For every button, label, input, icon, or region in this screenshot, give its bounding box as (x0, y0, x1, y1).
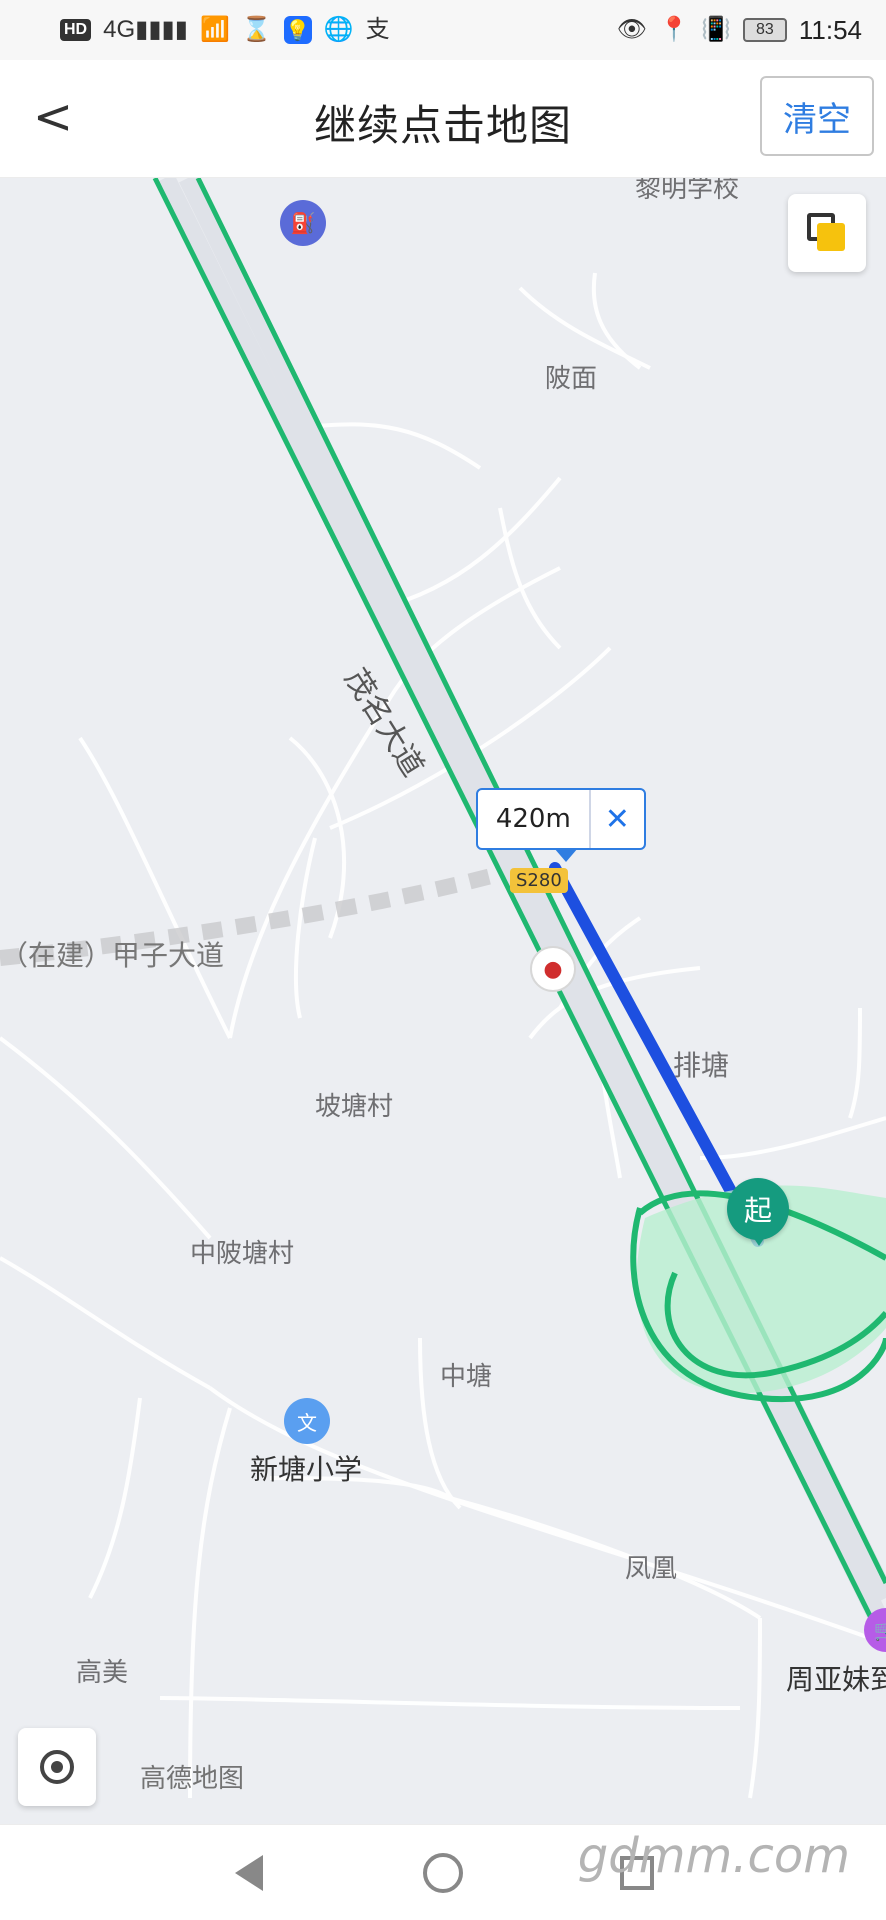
page-title: 继续点击地图 (313, 101, 572, 150)
label-top-school: 黎明学校 (635, 178, 740, 204)
status-bar: HD 4G▮▮▮▮ 📶 ⌛ 💡 🌐 支 👁 📍 📳 83 11:54 (0, 0, 886, 60)
gas-station-icon[interactable]: ⛽ (280, 200, 326, 246)
map-area[interactable]: 黎明学校 陂面 茂名大道 （在建）甲子大道 排塘 坡塘村 中陂塘村 中塘 新塘小… (0, 178, 886, 1824)
location-icon: 📍 (659, 16, 689, 43)
label-feng-huang: 凤凰 (625, 1554, 678, 1584)
vibrate-icon: 📳 (700, 16, 731, 43)
alipay-icon: 支 (365, 16, 390, 43)
home-nav-button[interactable] (416, 1846, 470, 1900)
layers-icon (807, 213, 847, 253)
back-triangle-icon (235, 1854, 263, 1891)
clear-button[interactable]: 清空 (760, 76, 874, 156)
map-canvas (0, 178, 886, 1799)
home-circle-icon (423, 1852, 463, 1893)
start-marker[interactable]: 起 (727, 1178, 789, 1246)
eye-icon: 👁 (616, 16, 648, 43)
label-xin-tang-xiao-xue: 新塘小学 (250, 1453, 363, 1486)
back-nav-button[interactable] (222, 1846, 276, 1900)
label-under-construction-road: （在建）甲子大道 (0, 939, 225, 972)
school-icon[interactable]: 文 (284, 1398, 330, 1444)
distance-callout[interactable]: 420m ✕ (476, 788, 646, 850)
label-po-tang-cun: 坡塘村 (315, 1092, 394, 1122)
status-left: HD 4G▮▮▮▮ 📶 ⌛ 💡 🌐 支 (60, 16, 390, 44)
network-label: 4G (103, 16, 136, 43)
locate-button[interactable] (18, 1728, 96, 1806)
hd-icon: HD (60, 19, 92, 41)
status-time: 11:54 (798, 14, 862, 45)
map-watermark: 高德地图 (140, 1764, 245, 1794)
globe-icon: 🌐 (323, 16, 354, 43)
label-zhou-ya-mei: 周亚妹到 (786, 1663, 886, 1696)
highway-badge: S280 (510, 868, 568, 893)
close-icon[interactable]: ✕ (588, 790, 644, 848)
target-icon (40, 1750, 74, 1784)
status-right: 👁 📍 📳 83 11:54 (617, 15, 862, 46)
lightbulb-icon: 💡 (283, 16, 312, 44)
label-shan-mian: 陂面 (545, 364, 598, 394)
label-zhong-pi-tang-cun: 中陂塘村 (190, 1239, 295, 1269)
hourglass-icon: ⌛ (241, 16, 272, 43)
layers-button[interactable] (788, 194, 866, 272)
callout-tail (554, 848, 578, 862)
site-watermark: gdmm.com (577, 1828, 850, 1884)
label-gao-mei: 高美 (76, 1658, 129, 1688)
distance-value: 420m (495, 804, 571, 834)
wifi-icon: 📶 (199, 16, 230, 43)
signal-4g-icon: 4G▮▮▮▮ (103, 16, 188, 43)
label-pai-tang: 排塘 (673, 1049, 730, 1082)
battery-icon: 83 (742, 18, 787, 42)
header: < 继续点击地图 清空 (0, 60, 886, 178)
layer-square-front (817, 223, 845, 251)
fuel-station-icon[interactable]: ● (530, 946, 576, 992)
label-zhong-tang: 中塘 (440, 1362, 493, 1392)
